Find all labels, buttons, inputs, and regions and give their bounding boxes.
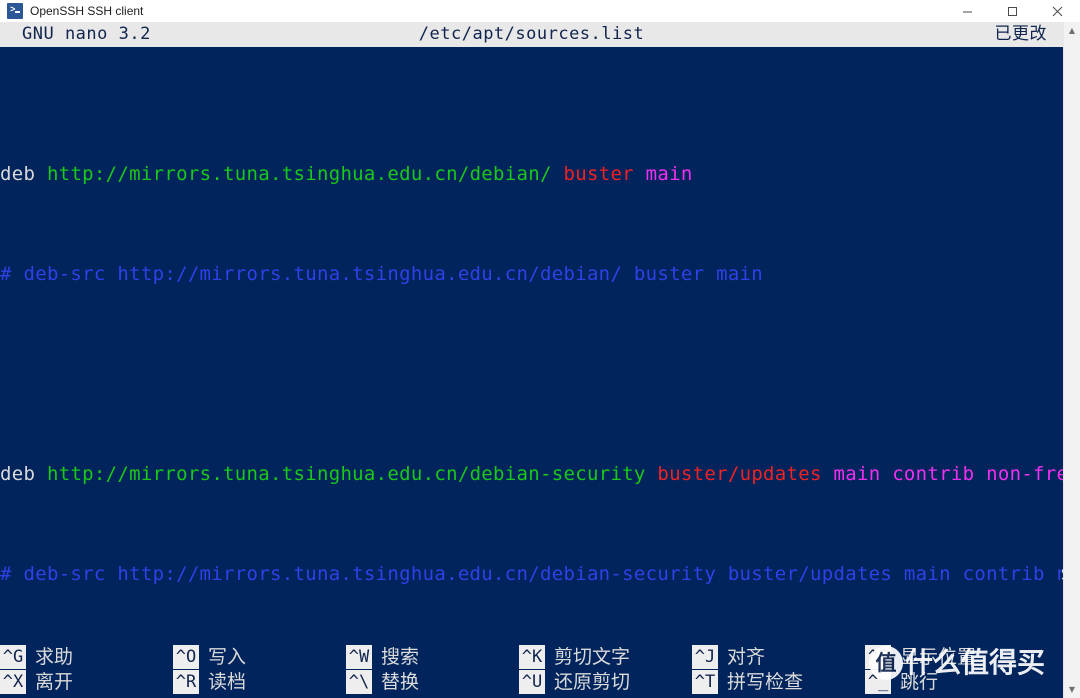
- line-keyword: deb: [0, 163, 47, 185]
- window-scrollbar[interactable]: ▲ ▼: [1063, 22, 1080, 698]
- shortcut-key: ^T: [692, 669, 718, 694]
- scroll-down-icon[interactable]: ▼: [1064, 681, 1080, 698]
- minimize-button[interactable]: [945, 0, 990, 22]
- shortcut-column-1: ^G 求助 ^X 离开: [0, 644, 173, 698]
- terminal-surface[interactable]: GNU nano 3.2 /etc/apt/sources.list 已更改 d…: [0, 22, 1063, 698]
- shortcut-key: ^W: [346, 644, 372, 669]
- shortcut-column-4: ^K 剪切文字 ^U 还原剪切: [519, 644, 692, 698]
- shortcut-key: ^\: [346, 669, 372, 694]
- source-comment-line-truncated: # deb-src http://mirrors.tuna.tsinghua.e…: [0, 562, 1063, 587]
- shortcut-key: ^U: [519, 669, 545, 694]
- nano-editor-area[interactable]: deb http://mirrors.tuna.tsinghua.edu.cn/…: [0, 47, 1063, 636]
- line-distribution: buster: [563, 163, 646, 185]
- shortcut-column-6: ^C 显示位置 ^_ 跳行: [865, 644, 1038, 698]
- window-controls: [945, 0, 1080, 22]
- shortcut-column-3: ^W 搜索 ^\ 替换: [346, 644, 519, 698]
- shortcut-key: ^R: [173, 669, 199, 694]
- ssh-client-window: > OpenSSH SSH client GNU nano 3.2 /etc/a…: [0, 0, 1080, 698]
- shortcut-exit[interactable]: ^X 离开: [0, 669, 173, 694]
- shortcut-label: 拼写检查: [727, 670, 804, 693]
- shortcut-key: ^O: [173, 644, 199, 669]
- shortcut-column-5: ^J 对齐 ^T 拼写检查: [692, 644, 865, 698]
- shortcut-label: 离开: [35, 670, 74, 693]
- nano-modified-badge: 已更改: [994, 24, 1047, 44]
- close-button[interactable]: [1035, 0, 1080, 22]
- shortcut-column-2: ^O 写入 ^R 读档: [173, 644, 346, 698]
- shortcut-label: 显示位置: [900, 645, 977, 668]
- shortcut-label: 求助: [35, 645, 74, 668]
- source-comment-line: # deb-src http://mirrors.tuna.tsinghua.e…: [0, 262, 1063, 287]
- shortcut-justify[interactable]: ^J 对齐: [692, 644, 865, 669]
- shortcut-key: ^J: [692, 644, 718, 669]
- nano-shortcut-bar: ^G 求助 ^X 离开 ^O 写入 ^R 读档 ^W 搜索 ^\ 替换 ^K 剪…: [0, 636, 1063, 698]
- line-url: http://mirrors.tuna.tsinghua.edu.cn/debi…: [46, 163, 564, 185]
- terminal-prompt-icon: >: [7, 3, 23, 19]
- shortcut-key: ^C: [865, 644, 891, 669]
- source-line: deb http://mirrors.tuna.tsinghua.edu.cn/…: [0, 462, 1063, 487]
- shortcut-get-help[interactable]: ^G 求助: [0, 644, 173, 669]
- shortcut-spell-check[interactable]: ^T 拼写检查: [692, 669, 865, 694]
- comment-text: # deb-src http://mirrors.tuna.tsinghua.e…: [0, 263, 764, 285]
- scroll-up-icon[interactable]: ▲: [1064, 22, 1080, 39]
- shortcut-label: 对齐: [727, 645, 766, 668]
- shortcut-go-to-line[interactable]: ^_ 跳行: [865, 669, 1038, 694]
- shortcut-search[interactable]: ^W 搜索: [346, 644, 519, 669]
- shortcut-label: 跳行: [900, 670, 939, 693]
- shortcut-uncut-text[interactable]: ^U 还原剪切: [519, 669, 692, 694]
- shortcut-label: 写入: [208, 645, 247, 668]
- window-title: OpenSSH SSH client: [30, 4, 144, 18]
- nano-filename: /etc/apt/sources.list: [418, 24, 645, 44]
- shortcut-label: 搜索: [381, 645, 420, 668]
- shortcut-replace[interactable]: ^\ 替换: [346, 669, 519, 694]
- line-url: http://mirrors.tuna.tsinghua.edu.cn/debi…: [46, 463, 658, 485]
- maximize-button[interactable]: [990, 0, 1035, 22]
- shortcut-key: ^G: [0, 644, 26, 669]
- line-keyword: deb: [0, 463, 47, 485]
- line-components: main: [645, 163, 693, 185]
- shortcut-cut-text[interactable]: ^K 剪切文字: [519, 644, 692, 669]
- shortcut-key: ^K: [519, 644, 545, 669]
- shortcut-key: ^X: [0, 669, 26, 694]
- nano-header-bar: GNU nano 3.2 /etc/apt/sources.list 已更改: [0, 22, 1063, 47]
- shortcut-write-out[interactable]: ^O 写入: [173, 644, 346, 669]
- shortcut-label: 剪切文字: [554, 645, 631, 668]
- shortcut-label: 读档: [208, 670, 247, 693]
- shortcut-read-file[interactable]: ^R 读档: [173, 669, 346, 694]
- line-distribution: buster/updates: [657, 463, 834, 485]
- source-line: deb http://mirrors.tuna.tsinghua.edu.cn/…: [0, 162, 1063, 187]
- shortcut-label: 替换: [381, 670, 420, 693]
- shortcut-key: ^_: [865, 669, 891, 694]
- line-components: main contrib non-free: [833, 463, 1064, 485]
- shortcut-label: 还原剪切: [554, 670, 631, 693]
- comment-text: # deb-src http://mirrors.tuna.tsinghua.e…: [0, 563, 1063, 585]
- window-titlebar[interactable]: > OpenSSH SSH client: [0, 0, 1080, 23]
- shortcut-cur-pos[interactable]: ^C 显示位置: [865, 644, 1038, 669]
